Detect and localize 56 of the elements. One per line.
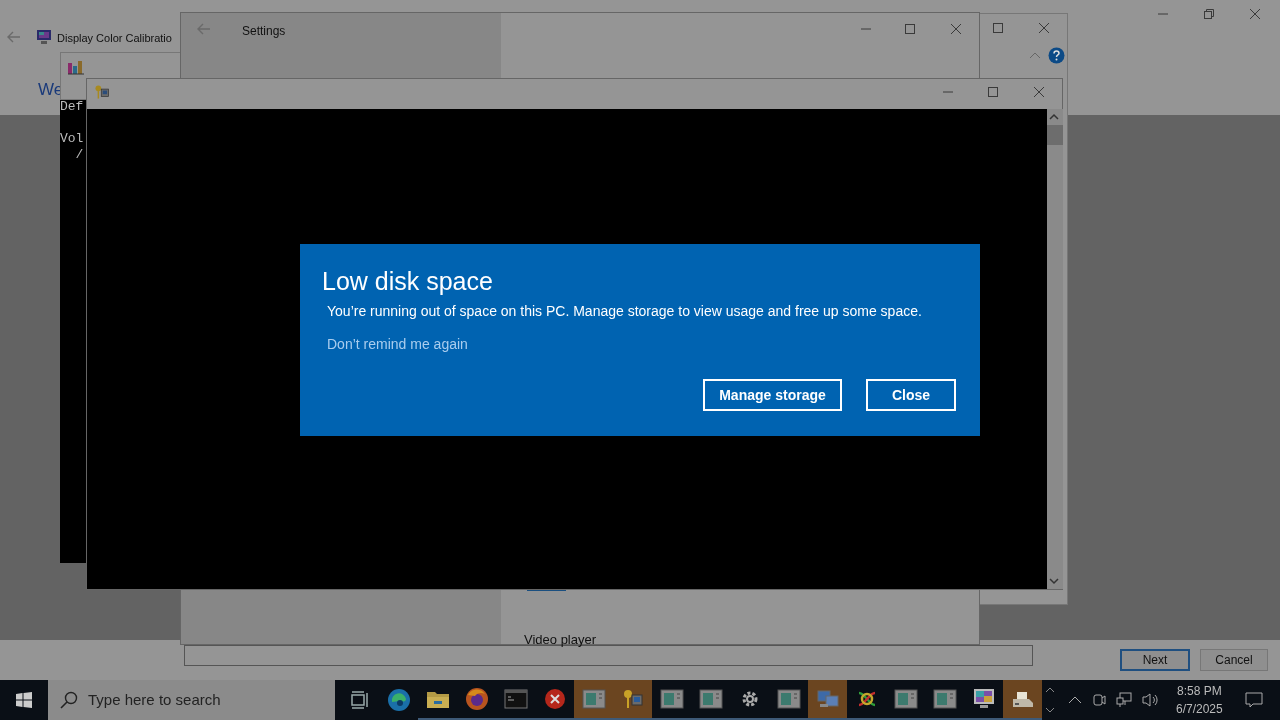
window-title: Settings — [242, 23, 286, 40]
windows-icon — [16, 692, 32, 708]
dialog-message: You’re running out of space on this PC. Manage storage to view usage and free up some space. — [327, 302, 922, 321]
terminal-icon — [503, 689, 528, 709]
next-button[interactable]: Next — [1120, 649, 1190, 671]
window-icon — [698, 689, 723, 709]
network-icon[interactable] — [1116, 692, 1132, 708]
help-icon[interactable] — [1048, 47, 1065, 64]
keys-icon — [94, 84, 110, 100]
dialog-title: Low disk space — [322, 266, 493, 296]
scroll-up-icon[interactable] — [1044, 685, 1056, 695]
task-view-icon — [349, 690, 370, 710]
window-icon — [581, 689, 606, 709]
console-line: Def — [60, 99, 84, 115]
window-icon — [776, 689, 801, 709]
clock[interactable]: 8:58 PM 6/7/2025 — [1176, 682, 1223, 718]
scroll-up-icon[interactable] — [1049, 113, 1059, 121]
folder-icon — [425, 689, 450, 709]
search-field[interactable]: Type here to search — [48, 680, 335, 720]
keys-icon — [621, 688, 644, 710]
window-icon — [893, 689, 918, 709]
window-icon — [659, 689, 684, 709]
chart-icon — [67, 59, 85, 75]
maximize-icon[interactable] — [987, 86, 999, 98]
camera-icon[interactable] — [1092, 692, 1106, 708]
maximize-icon[interactable] — [904, 23, 916, 35]
close-button[interactable]: Close — [866, 379, 956, 411]
close-icon[interactable] — [1249, 8, 1261, 20]
error-icon — [543, 688, 566, 710]
volume-icon[interactable] — [1142, 692, 1160, 708]
maximize-icon[interactable] — [992, 22, 1004, 34]
scroll-down-icon[interactable] — [1049, 577, 1059, 585]
restore-icon[interactable] — [1203, 8, 1215, 20]
console-line: Vol — [60, 131, 84, 147]
browser-icon — [386, 688, 411, 712]
close-icon[interactable] — [950, 23, 962, 35]
monitor-icon — [36, 29, 52, 45]
taskbar-app[interactable] — [1003, 680, 1042, 720]
setting-label: Video player — [524, 631, 597, 649]
monitor-icon — [971, 687, 996, 711]
close-icon[interactable] — [1038, 22, 1050, 34]
manage-storage-button[interactable]: Manage storage — [703, 379, 842, 411]
scroll-down-icon[interactable] — [1044, 705, 1056, 715]
computers-icon — [815, 688, 840, 710]
firefox-icon — [464, 687, 489, 711]
cancel-button[interactable]: Cancel — [1200, 649, 1268, 671]
scrollbar[interactable] — [1047, 109, 1063, 589]
caret-up-icon[interactable] — [1068, 695, 1082, 705]
notification-icon[interactable] — [1244, 691, 1263, 709]
printer-icon — [1010, 689, 1035, 709]
search-icon — [60, 691, 78, 709]
window-title: Display Color Calibratio — [57, 31, 172, 46]
close-icon[interactable] — [1033, 86, 1045, 98]
dont-remind-link[interactable]: Don’t remind me again — [327, 334, 468, 355]
window-icon — [932, 689, 957, 709]
console-line: / — [74, 147, 84, 163]
